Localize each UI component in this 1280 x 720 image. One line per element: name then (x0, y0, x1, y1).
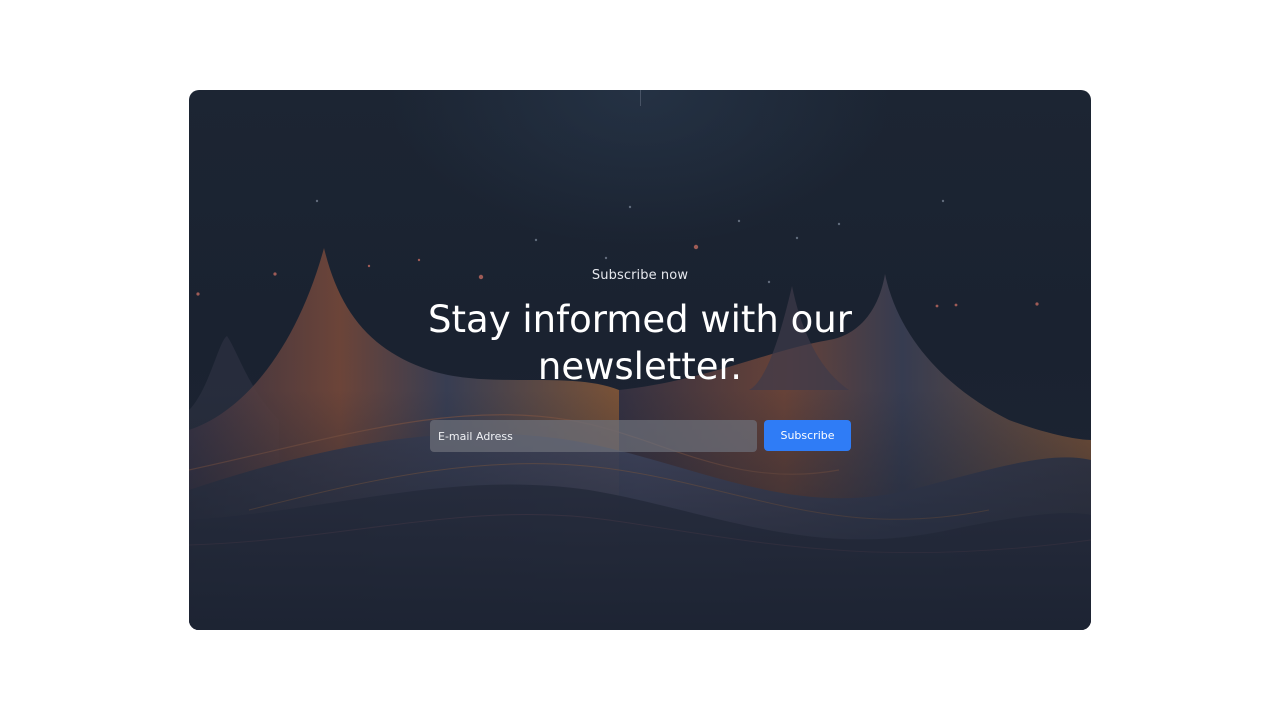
subscribe-form: Subscribe (430, 420, 851, 452)
email-field[interactable] (430, 420, 757, 452)
subscribe-button[interactable]: Subscribe (764, 420, 851, 451)
eyebrow-text: Subscribe now (591, 268, 689, 283)
top-divider-line (640, 90, 641, 106)
newsletter-content: Subscribe now Stay informed with our new… (189, 268, 1091, 390)
newsletter-card: Subscribe now Stay informed with our new… (189, 90, 1091, 630)
newsletter-title: Stay informed with our newsletter. (428, 298, 852, 388)
